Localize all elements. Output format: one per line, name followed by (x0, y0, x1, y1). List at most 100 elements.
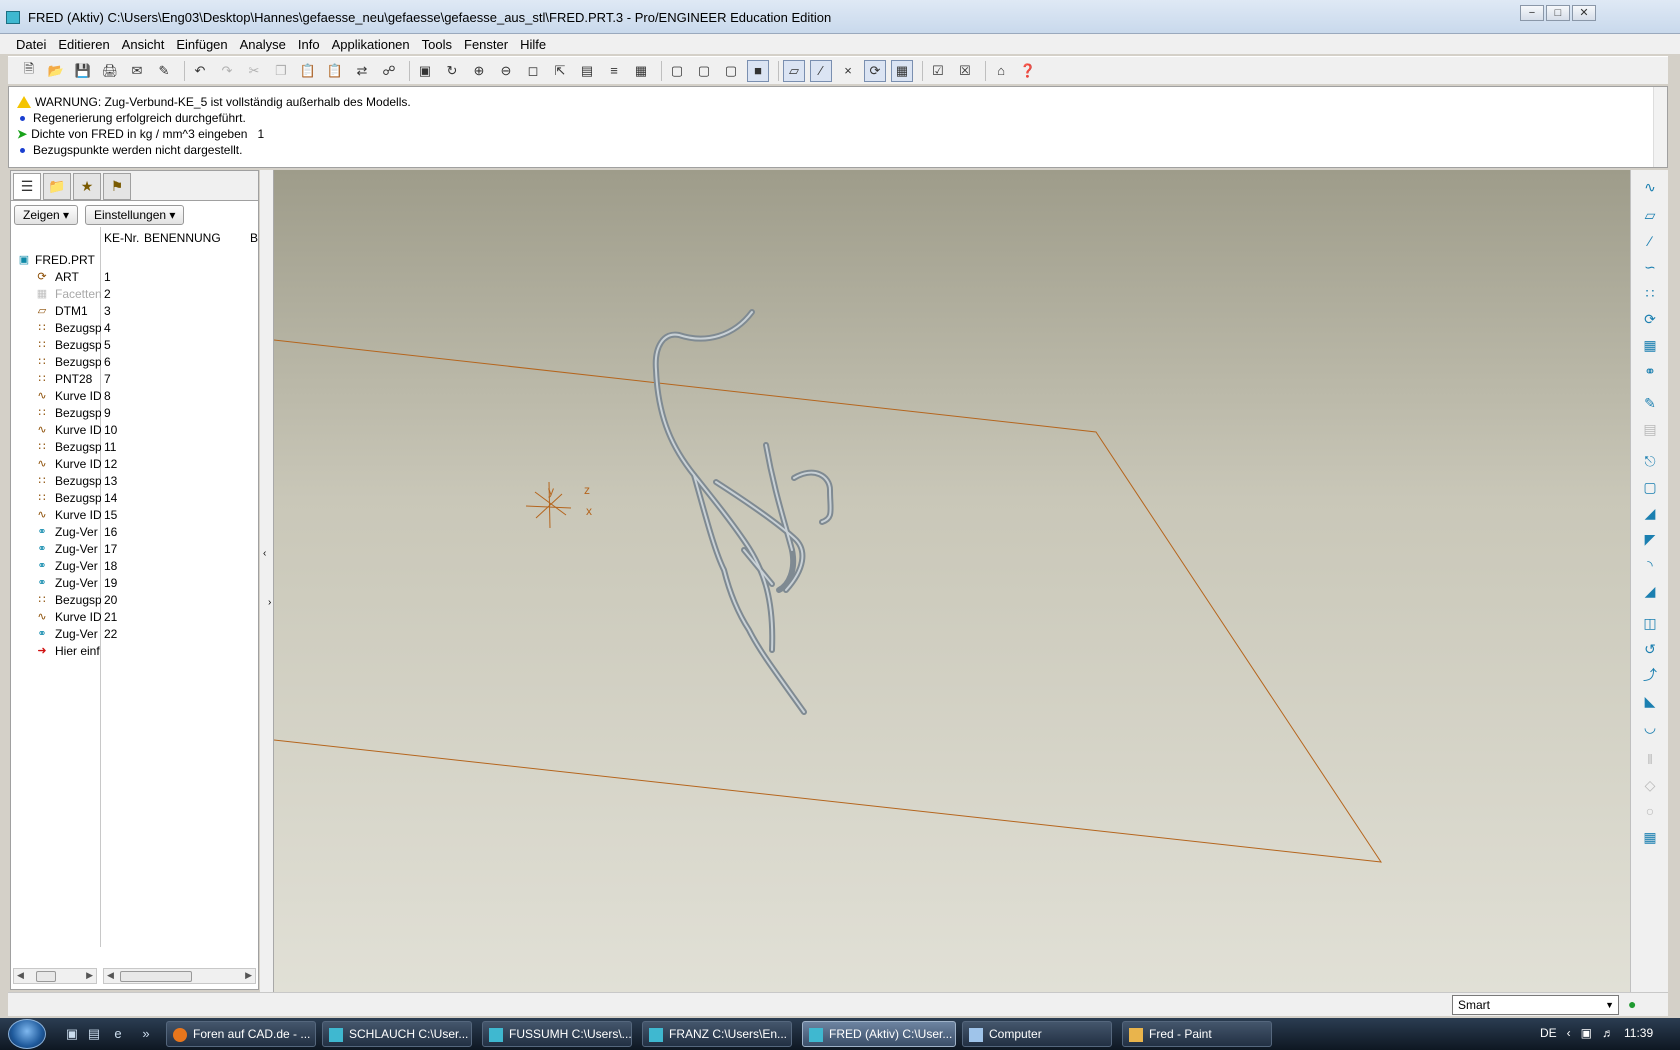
extrude-tool-icon[interactable]: ◫ (1639, 612, 1661, 634)
menu-datei[interactable]: Datei (10, 34, 52, 54)
pattern-tool-icon[interactable]: ▦ (1639, 826, 1661, 848)
no-hidden-icon[interactable]: ▢ (720, 60, 742, 82)
tree-item[interactable]: ⚭ Zug-Ver 17 (11, 540, 258, 558)
folder-browser-tab-icon[interactable]: 📁 (43, 173, 71, 200)
more-quicklaunch-icon[interactable]: » (138, 1026, 154, 1042)
tree-item[interactable]: ∷ Bezugsp 4 (11, 319, 258, 337)
layers-icon[interactable]: ≡ (603, 60, 625, 82)
datum-point-tool-icon[interactable]: ∷ (1639, 282, 1661, 304)
tree-item[interactable]: ⚭ Zug-Ver 16 (11, 523, 258, 541)
datum-axis-tool-icon[interactable]: ∕ (1639, 230, 1661, 252)
undo-icon[interactable]: ↶ (189, 60, 211, 82)
tree-item[interactable]: ∷ Bezugsp 11 (11, 438, 258, 456)
tree-item[interactable]: ▱ DTM1 3 (11, 302, 258, 320)
selection-filter-select[interactable]: Smart ▼ (1452, 995, 1619, 1015)
csys-tool-icon[interactable]: ⟳ (1639, 308, 1661, 330)
repaint-icon[interactable]: ▣ (414, 60, 436, 82)
copy-icon[interactable]: ❐ (270, 60, 292, 82)
shading-icon[interactable]: ■ (747, 59, 769, 82)
tree-root-item[interactable]: ▣ FRED.PRT (11, 251, 258, 269)
favorites-tab-icon[interactable]: ★ (73, 173, 101, 200)
round-tool-icon[interactable]: ◝ (1639, 554, 1661, 576)
expand-right-icon[interactable]: › (268, 597, 271, 608)
variable-sweep-tool-icon[interactable]: ⤴ (1639, 664, 1661, 686)
revolve-tool-icon[interactable]: ↺ (1639, 638, 1661, 660)
tree-right-hscrollbar[interactable]: ◀ ▶ (103, 968, 256, 984)
taskbar-item-active[interactable]: FRED (Aktiv) C:\User... (802, 1021, 956, 1047)
rib-tool-icon[interactable]: ◢ (1639, 502, 1661, 524)
datum-planes-icon[interactable]: ▱ (783, 59, 805, 82)
tree-item[interactable]: ⚭ Zug-Ver 19 (11, 574, 258, 592)
tree-item[interactable]: ∷ PNT28 7 (11, 370, 258, 388)
tree-item[interactable]: ∿ Kurve ID 12 (11, 455, 258, 473)
hole-tool-icon[interactable]: ⎋ (1639, 450, 1661, 472)
view-manager-icon[interactable]: ▦ (630, 60, 652, 82)
tree-item[interactable]: ∷ Bezugsp 20 (11, 591, 258, 609)
find-icon[interactable]: ☍ (378, 60, 400, 82)
hidden-line-icon[interactable]: ▢ (693, 60, 715, 82)
message-scrollbar[interactable] (1653, 87, 1667, 167)
datum-plane-tool-icon[interactable]: ▱ (1639, 204, 1661, 226)
taskbar-item[interactable]: Fred - Paint (1122, 1021, 1272, 1047)
annotations-icon[interactable]: ▦ (891, 59, 913, 82)
datum-points-icon[interactable]: × (837, 60, 859, 82)
save-icon[interactable]: 💾 (72, 60, 94, 82)
sketch-curve-icon[interactable]: ∿ (1639, 176, 1661, 198)
column-name[interactable]: BENENNUNG (144, 231, 221, 245)
tree-item[interactable]: ∷ Bezugsp 6 (11, 353, 258, 371)
datum-axes-icon[interactable]: ∕ (810, 59, 832, 82)
traffic-light-icon[interactable]: ● (1628, 996, 1640, 1012)
saved-views-icon[interactable]: ▤ (576, 60, 598, 82)
menu-fenster[interactable]: Fenster (458, 34, 514, 54)
datum-curve-tool-icon[interactable]: ∽ (1639, 256, 1661, 278)
home-icon[interactable]: ⌂ (990, 60, 1012, 82)
tree-item[interactable]: ∿ Kurve ID 8 (11, 387, 258, 405)
menu-einfuegen[interactable]: Einfügen (170, 34, 233, 54)
paste-icon[interactable]: 📋 (297, 60, 319, 82)
tree-item[interactable]: ⚭ Zug-Ver 22 (11, 625, 258, 643)
tree-item[interactable]: ∷ Bezugsp 13 (11, 472, 258, 490)
tree-item[interactable]: ▦ Facetten 2 (11, 285, 258, 303)
close-window-icon[interactable]: ☒ (954, 60, 976, 82)
switch-windows-icon[interactable]: ▤ (86, 1026, 102, 1042)
context-help-icon[interactable]: ❓ (1017, 60, 1039, 82)
taskbar-item[interactable]: FUSSUMH C:\Users\... (482, 1021, 632, 1047)
maximize-button[interactable]: □ (1546, 5, 1570, 21)
tree-item[interactable]: ∷ Bezugsp 9 (11, 404, 258, 422)
draft-tool-icon[interactable]: ◤ (1639, 528, 1661, 550)
tree-left-hscrollbar[interactable]: ◀ ▶ (13, 968, 97, 984)
menu-info[interactable]: Info (292, 34, 326, 54)
collapse-left-icon[interactable]: ‹ (263, 548, 266, 559)
new-file-icon[interactable]: 🗎 (18, 60, 40, 82)
menu-applikationen[interactable]: Applikationen (326, 34, 416, 54)
print-icon[interactable]: 🖨 (99, 60, 121, 82)
show-dropdown-button[interactable]: Zeigen ▾ (14, 205, 79, 225)
tree-item[interactable]: ∿ Kurve ID 21 (11, 608, 258, 626)
taskbar-item[interactable]: Computer (962, 1021, 1112, 1047)
paste-special-icon[interactable]: 📋 (324, 60, 346, 82)
close-button[interactable]: ✕ (1572, 5, 1596, 21)
start-button[interactable] (8, 1019, 46, 1049)
menu-analyse[interactable]: Analyse (234, 34, 292, 54)
redo-icon[interactable]: ↷ (216, 60, 238, 82)
cut-icon[interactable]: ✂ (243, 60, 265, 82)
trim-tool-icon[interactable]: ○ (1639, 800, 1661, 822)
shell-tool-icon[interactable]: ▢ (1639, 476, 1661, 498)
language-indicator[interactable]: DE (1540, 1026, 1557, 1040)
connections-tab-icon[interactable]: ⚑ (103, 173, 131, 200)
column-b[interactable]: B (250, 231, 258, 245)
show-desktop-icon[interactable]: ▣ (64, 1026, 80, 1042)
tray-expand-icon[interactable]: ‹ (1567, 1026, 1571, 1040)
zoom-in-icon[interactable]: ⊕ (468, 60, 490, 82)
spin-center-icon[interactable]: ↻ (441, 60, 463, 82)
minimize-button[interactable]: − (1520, 5, 1544, 21)
mirror-tool-icon[interactable]: ‖ (1639, 748, 1661, 770)
boundary-tool-icon[interactable]: ◡ (1639, 716, 1661, 738)
chain-tool-icon[interactable]: ⚭ (1639, 360, 1661, 382)
csys-display-icon[interactable]: ⟳ (864, 59, 886, 82)
reorient-icon[interactable]: ⇱ (549, 60, 571, 82)
menu-hilfe[interactable]: Hilfe (514, 34, 552, 54)
tree-item[interactable]: ⟳ ART 1 (11, 268, 258, 286)
tree-item[interactable]: ∷ Bezugsp 14 (11, 489, 258, 507)
merge-tool-icon[interactable]: ◇ (1639, 774, 1661, 796)
